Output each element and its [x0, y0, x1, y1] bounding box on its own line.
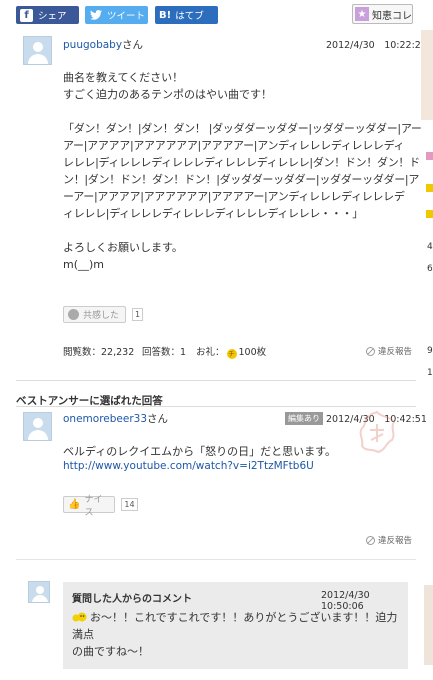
coin-icon: チ [226, 349, 237, 359]
view-count: 閲覧数：22,232 [63, 347, 135, 358]
comment-line: お～！！これですこれです！！ありがとうございます！！迫力満点 [72, 611, 398, 641]
answerer-username[interactable]: onemorebeer33 [63, 413, 147, 425]
sidebar-badge [426, 210, 433, 218]
question-line: ィレレレ|ディレレレディレレレディレレレディレレレ・・・」 [63, 207, 363, 220]
sympathy-count: 1 [132, 308, 143, 321]
sidebar-rank: 4 [427, 242, 433, 252]
nice-label: ナイス [84, 494, 103, 518]
nice-count: 14 [121, 498, 138, 511]
questioner-comment-box: 質問した人からのコメント 2012/4/30 10:50:06 お～！！これです… [63, 582, 408, 669]
question-line: ーアー|アアアア|アアアアアア|アアアアー|アンディレレレディレレレデ [63, 190, 405, 203]
question-body: 曲名を教えてください！ すごく迫力のあるテンポのはやい曲です！ 「ダン！ダン！|… [63, 69, 422, 273]
question-date: 2012/4/30 10:22:28 [326, 40, 427, 51]
question-line: レレレ|ディレレレディレレレディレレレディレレレ|ダン！ドン！ダン！ド [63, 156, 420, 169]
facebook-share-label: シェア [38, 11, 67, 22]
sidebar-badge [426, 184, 433, 192]
answerer-honorific: さん [147, 413, 168, 425]
question-line: 曲名を教えてください！ [63, 71, 184, 84]
hatena-share-label: はてブ [175, 11, 204, 22]
commenter-avatar[interactable] [28, 581, 50, 603]
questioner-avatar[interactable] [23, 36, 52, 65]
chiebukuro-collection-button[interactable]: ★ 知恵コレ [352, 4, 413, 24]
sidebar-rank: 9 [427, 346, 433, 356]
divider [16, 559, 416, 560]
thumbs-up-icon: 👍 [68, 499, 81, 510]
reward: お礼：チ 100枚 [196, 344, 266, 359]
answerer-name[interactable]: onemorebeer33さん [63, 411, 168, 426]
report-icon [366, 535, 375, 545]
question-report-link[interactable]: 違反報告 [366, 345, 412, 357]
answer-count: 回答数：1 [142, 347, 187, 358]
report-label[interactable]: 違反報告 [378, 345, 412, 357]
divider [16, 406, 416, 407]
divider [16, 380, 416, 381]
question-line [63, 222, 408, 239]
reward-value: 100枚 [238, 347, 267, 358]
answerer-avatar[interactable] [23, 412, 52, 441]
sidebar-rank: 1 [427, 368, 433, 378]
edited-badge: 編集あり [285, 412, 323, 425]
report-label[interactable]: 違反報告 [378, 534, 412, 546]
question-line: よろしくお願いします。 [63, 241, 183, 254]
questioner-name[interactable]: puugobabyさん [63, 37, 143, 52]
right-sidebar-strip: 4 6 9 1 [421, 0, 433, 680]
question-line [63, 103, 408, 120]
sidebar-ad-image [424, 585, 433, 665]
question-line: アー|アアアア|アアアアアア|アアアアー|アンディレレレディレレレディ [63, 139, 405, 152]
comment-heading: 質問した人からのコメント [72, 594, 192, 605]
report-icon [366, 346, 375, 356]
star-icon: ★ [355, 7, 369, 21]
questioner-username[interactable]: puugobaby [63, 39, 122, 51]
happy-face-emoji-icon [72, 610, 88, 622]
best-answer-stamp-icon [352, 408, 402, 458]
question-line: m(__)m [63, 258, 105, 271]
twitter-share-label: ツイート [107, 11, 146, 22]
answer-text: ベルディのレクイエムから「怒りの日」だと思います。 [63, 445, 337, 458]
answer-link[interactable]: http://www.youtube.com/watch?v=i2TtzMFtb… [63, 460, 314, 472]
hatena-bookmark-button[interactable]: B! はてブ [155, 6, 218, 24]
question-line: 「ダン！ダン！|ダン！ダン！ |ダッダダーッダダー|ッダダーッダダー|アー [63, 122, 422, 135]
facebook-share-button[interactable]: f シェア [16, 6, 79, 24]
hatena-bookmark-icon: B! [159, 9, 172, 21]
comment-text: お～！！これですこれです！！ありがとうございます！！迫力満点 の曲ですね～！ [72, 609, 402, 660]
sidebar-ad-image [421, 30, 433, 120]
facebook-icon: f [20, 8, 33, 22]
reward-label: お礼： [196, 347, 225, 358]
nice-button[interactable]: 👍 ナイス [63, 495, 115, 518]
question-line: ン！|ダン！ドン！ダン！ドン！|ダッダダーッダダー|ッダダーッダダー|ア [63, 173, 420, 186]
answer-report-link[interactable]: 違反報告 [366, 534, 412, 546]
twitter-share-button[interactable]: ツイート [85, 6, 148, 24]
sympathy-button[interactable]: 共感した [63, 306, 126, 323]
smiley-face-icon [68, 309, 79, 320]
sidebar-badge [426, 152, 433, 160]
sidebar-rank: 6 [427, 264, 433, 274]
chiebukuro-collection-label: 知恵コレ [372, 10, 412, 22]
twitter-bird-icon [89, 9, 102, 22]
comment-line: の曲ですね～！ [72, 645, 149, 658]
questioner-honorific: さん [122, 39, 144, 51]
sympathy-label: 共感した [83, 311, 120, 321]
question-line: すごく迫力のあるテンポのはやい曲です！ [63, 88, 272, 101]
